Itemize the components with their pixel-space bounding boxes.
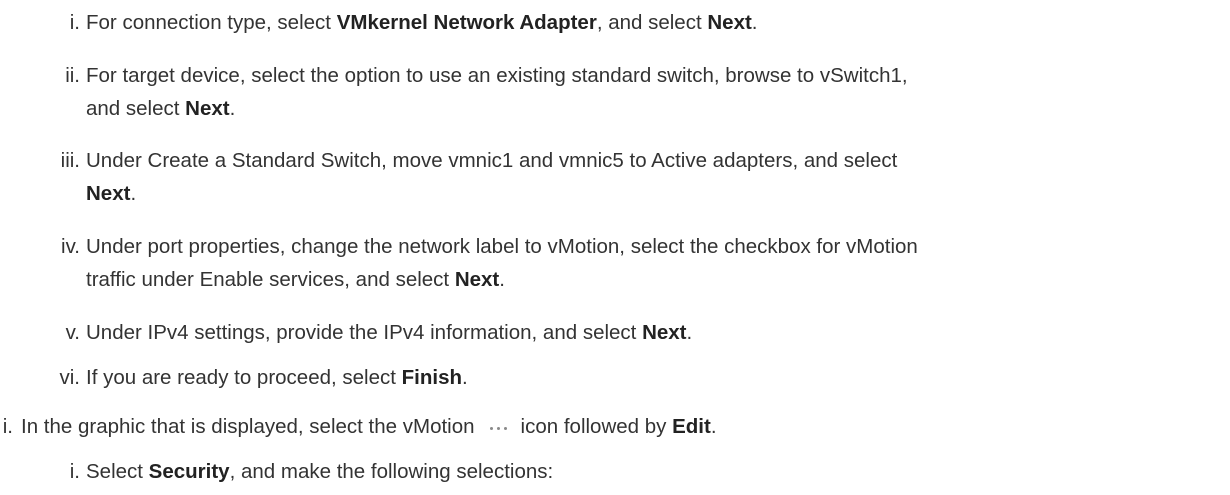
text-run: For target device, select the option to … <box>86 64 908 87</box>
step-number: vi. <box>59 366 81 389</box>
text-run: In the graphic that is displayed, select… <box>21 415 475 438</box>
step-text: For target device, select the option to … <box>86 63 908 89</box>
text-run: and select <box>86 97 186 120</box>
step-text: Select Security, and make the following … <box>86 459 553 485</box>
step-text: In the graphic that is displayed, select… <box>21 414 717 440</box>
text-run: traffic under Enable services, and selec… <box>86 268 455 291</box>
bold-text: Security <box>148 460 230 483</box>
text-run: , and make the following selections: <box>229 460 554 483</box>
bold-text: Finish <box>401 366 463 389</box>
text-run: If you are ready to proceed, select <box>86 366 402 389</box>
step-text: If you are ready to proceed, select Fini… <box>86 365 468 391</box>
step-text: Under Create a Standard Switch, move vmn… <box>86 148 897 174</box>
text-run: , and select <box>596 11 708 34</box>
step-text: For connection type, select VMkernel Net… <box>86 10 758 36</box>
step-number: i. <box>2 415 13 438</box>
text-run: For connection type, select <box>86 11 337 34</box>
text-run: . <box>229 97 236 120</box>
step-number: i. <box>69 11 80 34</box>
ellipsis-icon <box>481 414 515 440</box>
step-number: i. <box>69 460 80 483</box>
text-run: . <box>751 11 758 34</box>
text-run: . <box>686 321 693 344</box>
text-run: . <box>710 415 717 438</box>
text-run: . <box>499 268 505 291</box>
text-run: Under port properties, change the networ… <box>86 235 918 258</box>
bold-text: Next <box>185 97 230 120</box>
step-number: ii. <box>65 64 80 87</box>
text-run: . <box>462 366 468 389</box>
bold-text: VMkernel Network Adapter <box>336 11 597 34</box>
bold-text: Next <box>707 11 752 34</box>
step-text: Under port properties, change the networ… <box>86 234 918 260</box>
step-text: Next. <box>86 181 136 207</box>
bold-text: Next <box>642 321 687 344</box>
bold-text: Next <box>86 182 131 205</box>
step-text: Under IPv4 settings, provide the IPv4 in… <box>86 320 692 346</box>
text-run: . <box>130 182 137 205</box>
step-text: traffic under Enable services, and selec… <box>86 267 505 293</box>
text-run: Under IPv4 settings, provide the IPv4 in… <box>86 321 643 344</box>
bold-text: Edit <box>672 415 711 438</box>
text-run: icon followed by <box>520 415 673 438</box>
step-text: and select Next. <box>86 96 235 122</box>
step-number: v. <box>65 321 80 344</box>
step-number: iii. <box>60 149 80 172</box>
bold-text: Next <box>454 268 500 291</box>
step-number: iv. <box>61 235 80 258</box>
text-run: Under Create a Standard Switch, move vmn… <box>86 149 898 172</box>
text-run: Select <box>86 460 149 483</box>
